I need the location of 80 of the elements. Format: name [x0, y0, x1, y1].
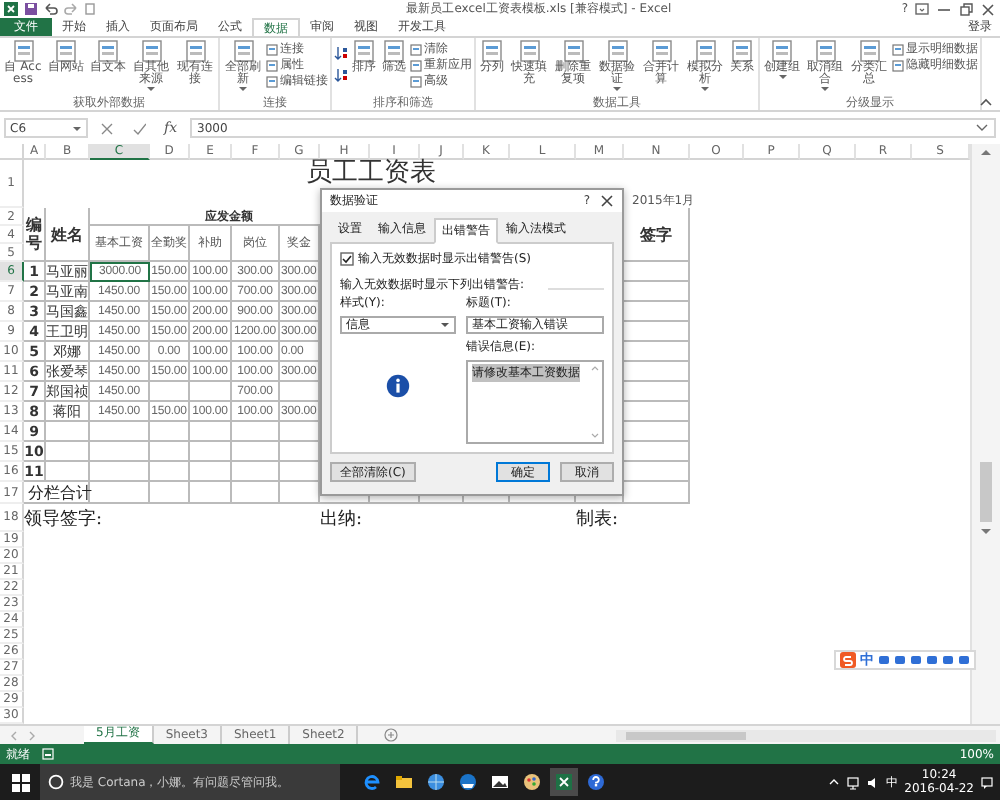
sheet-icon: [892, 59, 904, 71]
restore-icon[interactable]: [958, 2, 974, 16]
signature-label: 制表:: [576, 507, 621, 532]
chevron-up-icon[interactable]: [828, 776, 841, 788]
undo-icon[interactable]: [44, 2, 58, 16]
sort-icon[interactable]: [334, 68, 348, 82]
header-cell: 姓名: [46, 208, 90, 262]
table-cell[interactable]: [90, 462, 150, 482]
table-cell: [46, 442, 90, 462]
sheet-icon: [266, 75, 278, 87]
caret-icon: [612, 86, 622, 92]
scrollbar-thumb[interactable]: [980, 462, 992, 522]
table-cell[interactable]: [150, 382, 190, 402]
collapse-ribbon-icon[interactable]: [980, 98, 992, 106]
scroll-down-icon[interactable]: [590, 432, 600, 440]
table-cell: [46, 422, 90, 442]
table-cell: 分栏合计: [24, 482, 90, 504]
caret-icon: [72, 125, 82, 131]
header-cell: 编号: [24, 208, 46, 262]
sheet-icon: [266, 59, 278, 71]
checkbox[interactable]: [340, 252, 354, 266]
signature-label: 领导签字:: [24, 507, 105, 532]
globe-icon[interactable]: [422, 768, 450, 796]
network-icon[interactable]: [846, 775, 861, 789]
table-cell[interactable]: [150, 442, 190, 462]
save-icon[interactable]: [24, 2, 38, 16]
notification-icon[interactable]: [980, 775, 994, 789]
customize-icon[interactable]: [84, 2, 96, 16]
caret-icon: [700, 86, 710, 92]
sheet-icon: [410, 59, 422, 71]
spreadsheet-icon[interactable]: [550, 768, 578, 796]
table-cell[interactable]: [232, 442, 280, 462]
table-cell[interactable]: [232, 422, 280, 442]
info-icon: [386, 374, 410, 398]
sheet-icon: [410, 75, 422, 87]
close-icon[interactable]: [600, 194, 614, 208]
scrollbar-thumb[interactable]: [626, 731, 746, 739]
expand-icon[interactable]: [976, 124, 988, 132]
sheet-icon: [892, 43, 904, 55]
add-sheet-icon[interactable]: [384, 728, 399, 742]
table-cell[interactable]: [90, 422, 150, 442]
sheet-icon: [266, 43, 278, 55]
ribbon-display-icon[interactable]: [914, 2, 930, 16]
sort-icon[interactable]: [334, 46, 348, 60]
table-cell[interactable]: [90, 442, 150, 462]
caret-icon: [146, 86, 156, 92]
table-cell[interactable]: [232, 462, 280, 482]
palette-icon[interactable]: [518, 768, 546, 796]
scroll-down-icon[interactable]: [978, 526, 994, 538]
table-cell[interactable]: [150, 422, 190, 442]
table-cell[interactable]: [150, 462, 190, 482]
table-cell: [150, 482, 190, 504]
macro-icon[interactable]: [42, 748, 54, 760]
scroll-up-icon[interactable]: [590, 364, 600, 372]
speaker-icon[interactable]: [866, 775, 881, 789]
table-cell: [232, 482, 280, 504]
sheet-title: 员工工资表: [304, 160, 438, 188]
ime-logo-icon[interactable]: [840, 652, 856, 668]
caret-icon: [820, 86, 830, 92]
table-cell[interactable]: [190, 442, 232, 462]
cancel-icon[interactable]: [100, 121, 114, 135]
caret-icon: [238, 86, 248, 92]
table-cell: [90, 482, 150, 504]
enter-icon[interactable]: [132, 121, 146, 135]
table-cell: [46, 462, 90, 482]
table-cell[interactable]: [190, 462, 232, 482]
close-icon[interactable]: [980, 2, 996, 16]
caret-icon: [777, 74, 787, 80]
table-cell: [190, 482, 232, 504]
scroll-up-icon[interactable]: [978, 146, 994, 158]
circle-icon: [48, 774, 64, 790]
help-icon[interactable]: [582, 768, 610, 796]
sheet-icon: [410, 43, 422, 55]
redo-icon[interactable]: [64, 2, 78, 16]
signature-label: 出纳:: [320, 507, 365, 532]
table-cell[interactable]: [190, 382, 232, 402]
ship-icon[interactable]: [454, 768, 482, 796]
caret-icon: [440, 322, 450, 328]
windows-start-icon[interactable]: [12, 773, 30, 791]
table-cell[interactable]: [190, 422, 232, 442]
